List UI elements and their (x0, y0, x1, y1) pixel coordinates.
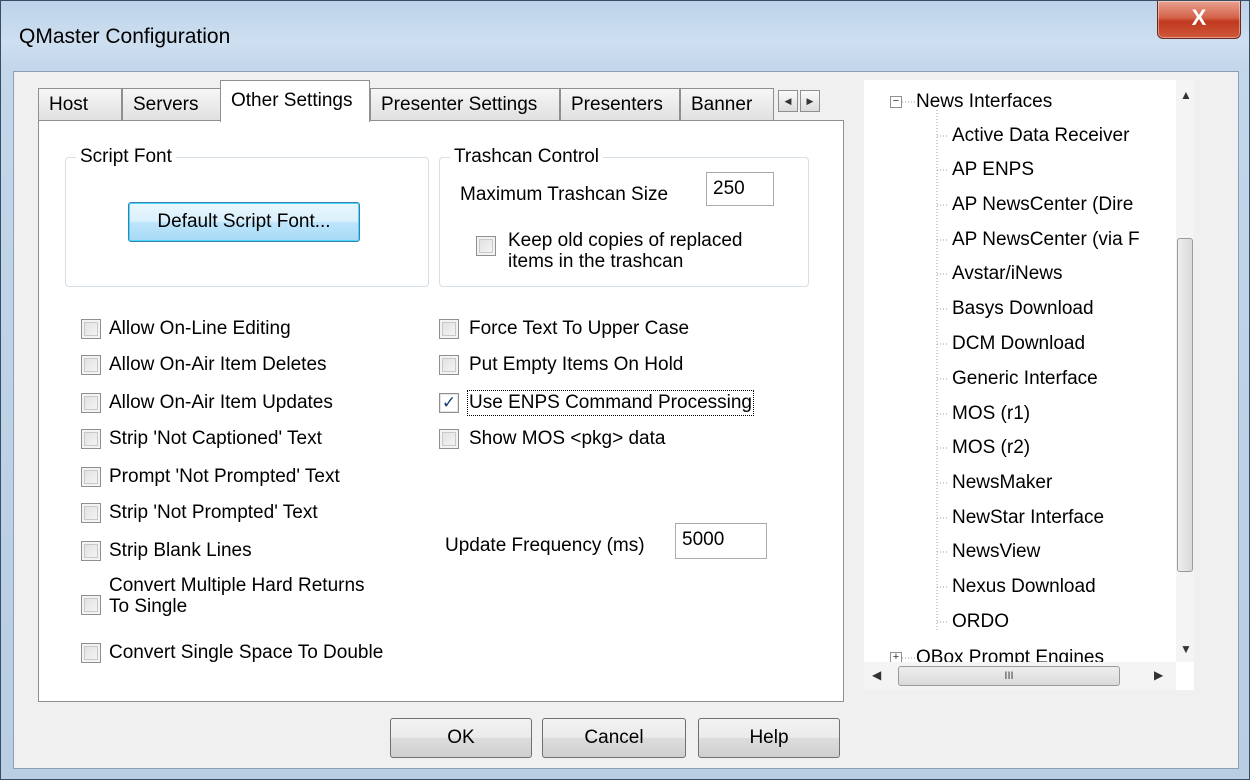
keep-old-copies-label-line1: Keep old copies of replaced (508, 230, 743, 251)
tab-presenters[interactable]: Presenters (560, 88, 680, 121)
tree-node[interactable]: AP ENPS (952, 158, 1034, 182)
put-empty-on-hold-checkbox[interactable] (439, 355, 459, 375)
scroll-right-icon[interactable]: ▶ (1154, 668, 1163, 682)
strip-not-prompted-label: Strip 'Not Prompted' Text (109, 502, 318, 523)
horizontal-scroll-thumb[interactable]: III (898, 666, 1120, 686)
tree-node[interactable]: MOS (r2) (952, 436, 1030, 460)
convert-single-space-checkbox[interactable] (81, 643, 101, 663)
force-upper-case-label: Force Text To Upper Case (469, 318, 690, 339)
tab-servers[interactable]: Servers (122, 88, 222, 121)
tree-node[interactable]: NewsMaker (952, 471, 1052, 495)
put-empty-on-hold-label: Put Empty Items On Hold (469, 354, 684, 375)
convert-hard-returns-label-line2: To Single (109, 596, 188, 617)
scroll-down-icon[interactable]: ▼ (1180, 642, 1192, 656)
interfaces-tree[interactable]: − News Interfaces Active Data Receiver A… (864, 80, 1194, 690)
tree-node[interactable]: NewStar Interface (952, 506, 1104, 530)
tab-presenter-settings[interactable]: Presenter Settings (370, 88, 560, 121)
check-icon: ✓ (441, 393, 457, 412)
window-title: QMaster Configuration (19, 25, 231, 48)
tab-scroll-right-icon[interactable]: ▶ (800, 90, 820, 112)
allow-onair-updates-checkbox[interactable] (81, 393, 101, 413)
tab-strip: Host Servers Other Settings Presenter Se… (38, 80, 858, 122)
max-trashcan-size-input[interactable]: 250 (706, 172, 774, 206)
tree-node[interactable]: MOS (r1) (952, 402, 1030, 426)
show-mos-pkg-label: Show MOS <pkg> data (469, 428, 666, 449)
dialog-client: Host Servers Other Settings Presenter Se… (13, 71, 1239, 769)
tree-node[interactable]: Basys Download (952, 297, 1094, 321)
tree-node[interactable]: Active Data Receiver (952, 124, 1129, 148)
tree-node[interactable]: Nexus Download (952, 575, 1096, 599)
update-frequency-label: Update Frequency (ms) (445, 535, 645, 556)
allow-onair-deletes-checkbox[interactable] (81, 355, 101, 375)
strip-not-prompted-checkbox[interactable] (81, 503, 101, 523)
convert-single-space-label: Convert Single Space To Double (109, 642, 384, 663)
show-mos-pkg-checkbox[interactable] (439, 429, 459, 449)
trashcan-group-title: Trashcan Control (450, 146, 604, 168)
title-bar[interactable]: QMaster Configuration X (1, 1, 1249, 73)
tree-node[interactable]: DCM Download (952, 332, 1085, 356)
close-button[interactable]: X (1157, 1, 1241, 39)
prompt-not-prompted-checkbox[interactable] (81, 467, 101, 487)
strip-not-captioned-label: Strip 'Not Captioned' Text (109, 428, 322, 449)
prompt-not-prompted-label: Prompt 'Not Prompted' Text (109, 466, 340, 487)
tree-node[interactable]: AP NewsCenter (via F (952, 228, 1140, 252)
tree-node[interactable]: Avstar/iNews (952, 262, 1063, 286)
tree-node[interactable]: Generic Interface (952, 367, 1098, 391)
other-settings-panel: Script Font Default Script Font... Trash… (38, 120, 844, 702)
allow-onair-deletes-label: Allow On-Air Item Deletes (109, 354, 327, 375)
tab-banner[interactable]: Banner (680, 88, 774, 121)
cancel-button[interactable]: Cancel (542, 718, 686, 758)
use-enps-processing-checkbox[interactable]: ✓ (439, 393, 459, 413)
convert-hard-returns-label-line1: Convert Multiple Hard Returns (109, 575, 365, 596)
tree-node[interactable]: AP NewsCenter (Dire (952, 193, 1133, 217)
tab-other-settings[interactable]: Other Settings (220, 80, 370, 122)
allow-online-editing-checkbox[interactable] (81, 319, 101, 339)
vertical-scroll-thumb[interactable] (1177, 238, 1193, 572)
scroll-left-icon[interactable]: ◀ (872, 668, 881, 682)
allow-online-editing-label: Allow On-Line Editing (109, 318, 291, 339)
tab-scroll-left-icon[interactable]: ◀ (778, 90, 798, 112)
strip-blank-lines-checkbox[interactable] (81, 541, 101, 561)
tree-horizontal-scrollbar[interactable]: ◀ III ▶ (864, 662, 1176, 690)
keep-old-copies-checkbox[interactable] (476, 236, 496, 256)
ok-button[interactable]: OK (390, 718, 532, 758)
default-script-font-button[interactable]: Default Script Font... (128, 202, 360, 242)
dialog-window: QMaster Configuration X Host Servers Oth… (0, 0, 1250, 780)
script-font-group: Script Font Default Script Font... (65, 146, 429, 287)
convert-hard-returns-checkbox[interactable] (81, 595, 101, 615)
scroll-up-icon[interactable]: ▲ (1180, 88, 1192, 102)
tree-node-news-interfaces[interactable]: News Interfaces (916, 90, 1052, 114)
update-frequency-input[interactable]: 5000 (675, 523, 767, 559)
tree-node[interactable]: NewsView (952, 540, 1040, 564)
tree-vertical-scrollbar[interactable]: ▲ ▼ (1176, 80, 1194, 662)
tree-node[interactable]: ORDO (952, 610, 1009, 634)
allow-onair-updates-label: Allow On-Air Item Updates (109, 392, 333, 413)
script-font-group-title: Script Font (76, 146, 176, 168)
trashcan-control-group: Trashcan Control Maximum Trashcan Size 2… (439, 146, 809, 287)
help-button[interactable]: Help (698, 718, 840, 758)
strip-not-captioned-checkbox[interactable] (81, 429, 101, 449)
strip-blank-lines-label: Strip Blank Lines (109, 540, 252, 561)
max-trashcan-size-label: Maximum Trashcan Size (460, 184, 669, 205)
keep-old-copies-label-line2: items in the trashcan (508, 251, 684, 272)
tab-host[interactable]: Host (38, 88, 122, 121)
use-enps-processing-label: Use ENPS Command Processing (467, 390, 754, 416)
force-upper-case-checkbox[interactable] (439, 319, 459, 339)
collapse-news-interfaces-icon[interactable]: − (890, 96, 902, 108)
